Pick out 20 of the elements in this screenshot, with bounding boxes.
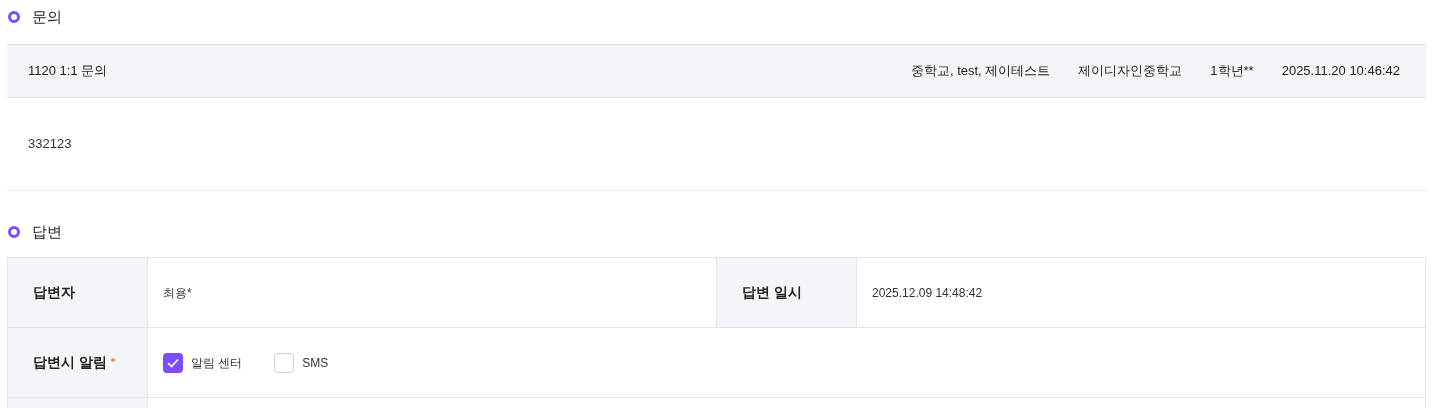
checkbox-label: SMS <box>302 354 329 372</box>
inquiry-meta: 중학교, test, 제이테스트 <box>910 62 1051 81</box>
inquiry-meta: 제이디자인중학교 <box>1078 62 1183 81</box>
section-title: 문의 <box>32 6 62 27</box>
field-value: 최용* <box>163 284 192 302</box>
field-label: 답변 일시 <box>742 283 802 302</box>
checkbox[interactable] <box>274 352 295 373</box>
inquiry-meta: 1학년** <box>1210 62 1254 81</box>
checkbox[interactable] <box>163 352 183 373</box>
ring-icon <box>8 226 20 238</box>
field-label: 답변자 <box>33 283 75 302</box>
check-icon <box>167 357 179 368</box>
section-title: 답변 <box>32 221 62 242</box>
field-label: 답변시 알림 <box>33 353 107 372</box>
checkbox-label: 알림 센터 <box>191 354 243 372</box>
inquiry-meta: 2025.11.20 10:46:42 <box>1281 62 1400 81</box>
inquiry-title: 1120 1:1 문의 <box>28 62 108 81</box>
field-value: 2025.12.09 14:48:42 <box>872 284 983 302</box>
ring-icon <box>8 11 20 23</box>
inquiry-body: 332123 <box>28 135 72 154</box>
